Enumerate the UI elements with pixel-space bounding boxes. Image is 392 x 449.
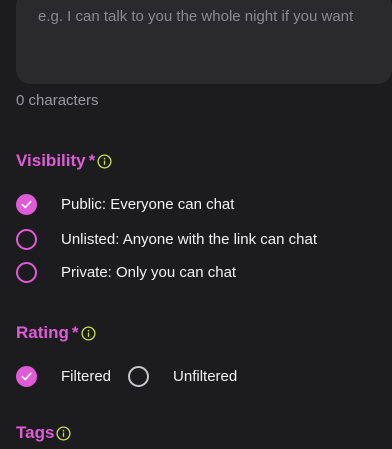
character-count: 0 characters [16, 92, 99, 109]
radio-button[interactable] [16, 229, 37, 250]
rating-options: Filtered Unfiltered [16, 366, 237, 387]
check-icon [21, 372, 32, 381]
tags-title: Tags [16, 423, 55, 442]
rating-filtered-label[interactable]: Filtered [61, 368, 111, 385]
rating-unfiltered-radio[interactable] [128, 366, 150, 387]
info-icon[interactable] [56, 425, 71, 441]
visibility-section-title: Visibility * [16, 151, 112, 171]
visibility-option-label: Private: Only you can chat [61, 264, 237, 281]
radio-button-selected[interactable] [16, 194, 37, 215]
character-settings-form: e.g. I can talk to you the whole night i… [0, 0, 392, 449]
check-icon [21, 200, 32, 209]
visibility-option-public[interactable]: Public: Everyone can chat [16, 194, 234, 215]
required-mark: * [71, 323, 79, 342]
rating-filtered-radio[interactable] [16, 366, 37, 387]
rating-title: Rating [16, 323, 69, 342]
visibility-option-label: Unlisted: Anyone with the link can chat [61, 231, 317, 248]
info-icon[interactable] [80, 325, 96, 341]
info-icon[interactable] [97, 153, 112, 169]
description-placeholder: e.g. I can talk to you the whole night i… [38, 8, 354, 25]
rating-unfiltered-label[interactable]: Unfiltered [173, 368, 237, 385]
visibility-option-label: Public: Everyone can chat [61, 196, 235, 213]
rating-section-title: Rating * [16, 323, 96, 343]
visibility-option-unlisted[interactable]: Unlisted: Anyone with the link can chat [16, 229, 317, 250]
tags-section-title: Tags [16, 423, 71, 443]
visibility-option-private[interactable]: Private: Only you can chat [16, 262, 236, 283]
visibility-title: Visibility [16, 151, 86, 170]
required-mark: * [88, 151, 96, 170]
radio-button[interactable] [16, 262, 37, 283]
